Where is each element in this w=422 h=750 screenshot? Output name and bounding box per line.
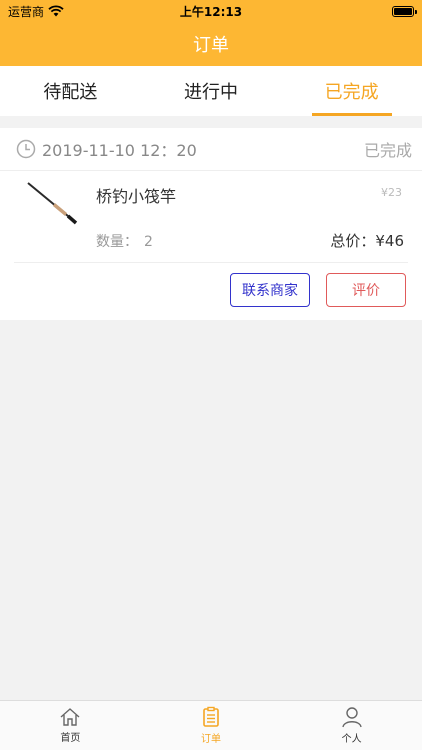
home-icon (60, 708, 80, 726)
tabbar-profile-label: 个人 (341, 734, 362, 745)
clock-icon (16, 139, 36, 159)
order-tabs: 待配送 进行中 已完成 (0, 66, 422, 116)
fishing-rod-image (27, 182, 78, 225)
battery-icon (392, 5, 417, 17)
quantity: 数量： 2 (96, 231, 153, 251)
tabbar-orders[interactable]: 订单 (141, 701, 282, 750)
order-time: 2019-11-10 12：20 (16, 137, 197, 161)
status-bar: 运营商 上午12:13 (0, 0, 422, 22)
tabbar-home-label: 首页 (60, 733, 81, 744)
quantity-value: 2 (144, 234, 153, 250)
status-time: 上午12:13 (179, 4, 243, 19)
status-left: 运营商 (8, 3, 64, 20)
tabbar-home[interactable]: 首页 (0, 701, 141, 750)
order-actions: 联系商家 评价 (230, 273, 406, 307)
carrier-label: 运营商 (8, 4, 45, 19)
unit-price: ¥23 (381, 186, 402, 199)
tab-completed[interactable]: 已完成 (281, 66, 422, 116)
total-price: 总价：¥46 (330, 232, 404, 250)
wifi-icon (48, 5, 64, 17)
order-header: 2019-11-10 12：20 已完成 (0, 128, 422, 171)
tab-in-progress[interactable]: 进行中 (141, 66, 282, 116)
tabbar-orders-label: 订单 (201, 734, 221, 745)
order-datetime: 2019-11-10 12：20 (42, 141, 197, 160)
tab-pending-delivery[interactable]: 待配送 (0, 66, 141, 116)
bottom-tab-bar: 首页 订单 个人 (0, 700, 422, 750)
contact-merchant-button[interactable]: 联系商家 (230, 273, 310, 307)
product-name: 桥钓小筏竿 (96, 187, 177, 206)
order-card: 2019-11-10 12：20 已完成 桥钓小筏竿 ¥23 数量： 2 总价：¥… (0, 128, 422, 320)
app-header: 运营商 上午12:13 订单 (0, 0, 422, 66)
person-icon (341, 707, 362, 728)
page-title: 订单 (193, 35, 229, 56)
quantity-label: 数量： (96, 234, 138, 250)
review-button[interactable]: 评价 (326, 273, 406, 307)
tabbar-profile[interactable]: 个人 (281, 701, 422, 750)
order-status: 已完成 (363, 141, 412, 160)
product-row[interactable]: 桥钓小筏竿 ¥23 数量： 2 总价：¥46 (14, 171, 408, 263)
order-icon (203, 706, 219, 727)
